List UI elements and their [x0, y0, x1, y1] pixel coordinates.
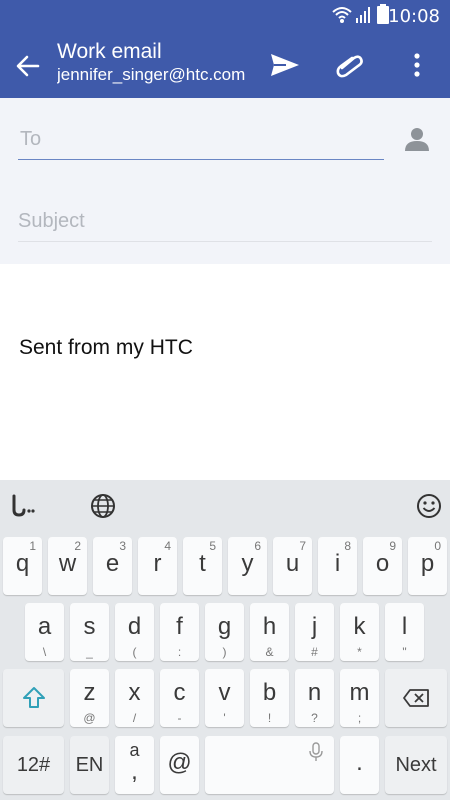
signal-icon: [356, 7, 370, 23]
key-i[interactable]: 8i: [318, 537, 357, 595]
backspace-icon: [403, 689, 429, 707]
key-b[interactable]: b!: [250, 669, 289, 727]
space-key[interactable]: [205, 736, 334, 794]
account-title: Work email: [57, 40, 162, 63]
back-arrow-icon[interactable]: [14, 52, 42, 80]
status-time: 10:08: [388, 6, 440, 27]
key-a[interactable]: a \: [25, 603, 64, 661]
keyboard-toolbar: [0, 480, 450, 532]
more-vert-icon[interactable]: [400, 48, 434, 82]
key-x[interactable]: x /: [115, 669, 154, 727]
key-p[interactable]: 0p: [408, 537, 447, 595]
smiley-icon[interactable]: [415, 492, 443, 520]
account-titles: Work email jennifer_singer@htc.com: [57, 40, 252, 86]
key-f[interactable]: f:: [160, 603, 199, 661]
account-email: jennifer_singer@htc.com: [57, 65, 246, 84]
comma-key[interactable]: a ,: [115, 736, 154, 794]
key-t[interactable]: 5t: [183, 537, 222, 595]
key-y[interactable]: 6y: [228, 537, 267, 595]
key-o[interactable]: 9o: [363, 537, 402, 595]
app-bar: Work email jennifer_singer@htc.com: [0, 32, 450, 98]
microphone-icon: [309, 742, 323, 761]
soft-keyboard: 1q 2w 3e 4r 5t 6y 7u 8i 9o 0p a \ s _ d( f…: [0, 480, 450, 800]
message-body[interactable]: Sent from my HTC: [0, 264, 450, 480]
key-d[interactable]: d(: [115, 603, 154, 661]
key-e[interactable]: 3e: [93, 537, 132, 595]
shift-icon: [23, 687, 45, 708]
numbers-key[interactable]: 12#: [3, 736, 64, 794]
wifi-icon: [332, 7, 352, 23]
signature-text: Sent from my HTC: [19, 336, 193, 359]
attach-icon[interactable]: [333, 48, 367, 82]
period-key[interactable]: .: [340, 736, 379, 794]
key-w[interactable]: 2w: [48, 537, 87, 595]
key-m[interactable]: m;: [340, 669, 379, 727]
backspace-key[interactable]: [385, 669, 447, 727]
at-key[interactable]: @: [160, 736, 199, 794]
shift-key[interactable]: [3, 669, 64, 727]
key-v[interactable]: v ': [205, 669, 244, 727]
key-n[interactable]: n?: [295, 669, 334, 727]
status-bar: 10:08: [0, 0, 450, 32]
key-h[interactable]: h &: [250, 603, 289, 661]
key-g[interactable]: g): [205, 603, 244, 661]
send-icon[interactable]: [268, 48, 302, 82]
key-k[interactable]: k *: [340, 603, 379, 661]
swype-icon[interactable]: [8, 492, 36, 520]
key-s[interactable]: s _: [70, 603, 109, 661]
key-l[interactable]: l ": [385, 603, 424, 661]
compose-header-fields: [0, 98, 450, 264]
key-q[interactable]: 1q: [3, 537, 42, 595]
language-key[interactable]: EN: [70, 736, 109, 794]
key-z[interactable]: z @: [70, 669, 109, 727]
to-input[interactable]: [18, 120, 384, 160]
globe-icon[interactable]: [89, 492, 117, 520]
top-bar: 10:08 Work email jennifer_singer@htc.com: [0, 0, 450, 98]
next-key[interactable]: Next: [385, 736, 447, 794]
key-c[interactable]: c-: [160, 669, 199, 727]
contact-picker-icon[interactable]: [404, 126, 430, 152]
key-u[interactable]: 7u: [273, 537, 312, 595]
key-r[interactable]: 4r: [138, 537, 177, 595]
key-j[interactable]: j #: [295, 603, 334, 661]
subject-input[interactable]: [18, 202, 432, 242]
